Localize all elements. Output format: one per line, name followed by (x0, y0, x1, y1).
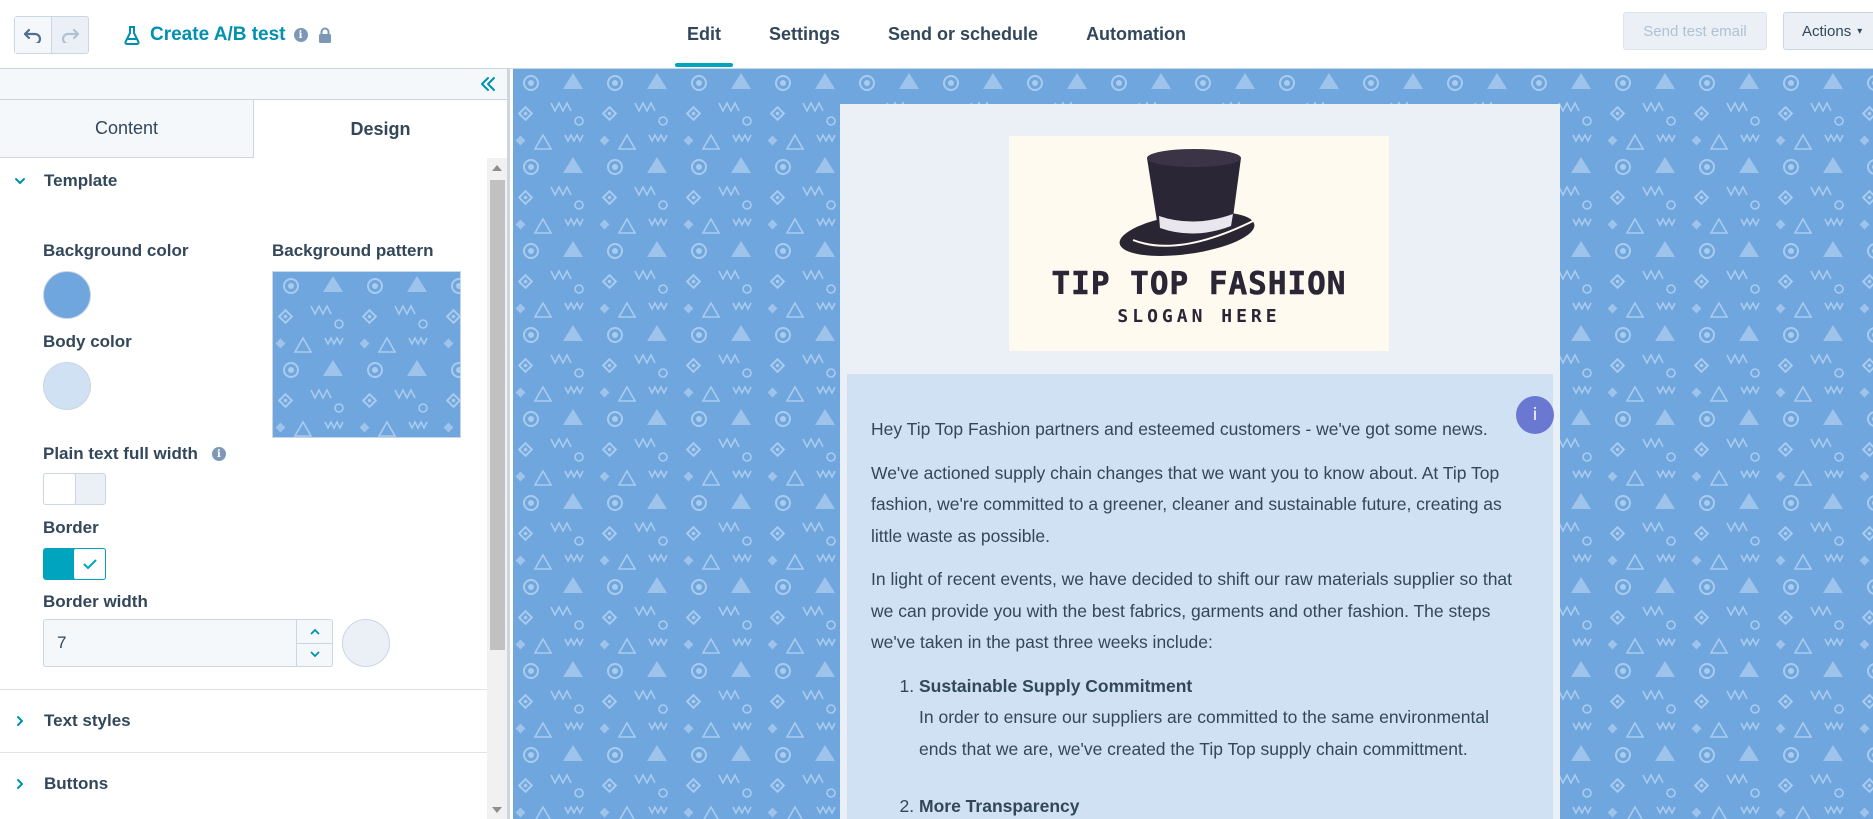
sidebar-scrollbar[interactable] (487, 158, 507, 819)
email-paragraph: In light of recent events, we have decid… (871, 569, 1513, 652)
body-color-swatch[interactable] (43, 362, 91, 410)
email-body: TIP TOP FASHION SLOGAN HERE Hey Tip Top … (840, 104, 1560, 819)
border-label: Border (43, 518, 99, 537)
list-item-body: In order to ensure our suppliers are com… (919, 707, 1490, 759)
border-color-swatch[interactable] (342, 619, 390, 667)
template-section-title: Template (44, 171, 118, 190)
list-item-title: More Transparency (919, 796, 1080, 816)
plain-text-full-width-label-row: Plain text full width i (43, 444, 226, 464)
email-paragraph: Hey Tip Top Fashion partners and esteeme… (871, 419, 1488, 439)
border-width-value: 7 (57, 633, 67, 652)
buttons-section-header[interactable]: Buttons (0, 753, 487, 815)
undo-icon (23, 28, 41, 43)
list-item: More Transparency (919, 791, 1531, 819)
flask-icon (124, 25, 140, 45)
chevron-right-icon (12, 715, 28, 727)
tab-content[interactable]: Content (0, 100, 254, 158)
ab-test-title-group: Create A/B test i (124, 22, 332, 48)
stepper-up-button[interactable] (297, 620, 332, 644)
logo-image[interactable]: TIP TOP FASHION SLOGAN HERE (1009, 136, 1389, 351)
checkmark-icon (83, 559, 96, 569)
stepper-down-button[interactable] (297, 644, 332, 667)
list-item: Sustainable Supply Commitment In order t… (919, 671, 1531, 766)
email-paragraph: We've actioned supply chain changes that… (871, 462, 1502, 546)
border-width-input[interactable]: 7 (43, 619, 333, 667)
background-color-label: Background color (43, 241, 189, 260)
border-width-stepper (296, 620, 332, 666)
text-styles-title: Text styles (44, 711, 131, 730)
border-width-label: Border width (43, 592, 148, 611)
background-pattern-label: Background pattern (272, 241, 434, 260)
send-test-email-button[interactable]: Send test email (1623, 12, 1767, 50)
email-text: Hey Tip Top Fashion partners and esteeme… (871, 414, 1531, 819)
actions-dropdown-button[interactable]: Actions ▾ (1783, 12, 1873, 50)
plain-text-full-width-label: Plain text full width (43, 444, 198, 463)
logo-slogan: SLOGAN HERE (1117, 306, 1280, 327)
scroll-down-arrow-icon[interactable] (492, 807, 502, 813)
plain-text-full-width-toggle[interactable] (43, 473, 106, 505)
double-chevron-left-icon[interactable] (479, 75, 497, 93)
chevron-right-icon (12, 778, 28, 790)
sidebar-tabs: Content Design (0, 100, 507, 158)
email-steps-list: Sustainable Supply Commitment In order t… (871, 671, 1531, 819)
tab-edit[interactable]: Edit (675, 0, 733, 69)
actions-label: Actions (1802, 22, 1852, 40)
caret-down-icon: ▾ (1857, 25, 1863, 37)
buttons-title: Buttons (44, 774, 109, 793)
chevron-down-icon (12, 177, 28, 185)
design-sidebar: Content Design Template Background color… (0, 69, 510, 819)
logo-title: TIP TOP FASHION (1052, 266, 1347, 302)
redo-icon (61, 28, 79, 43)
template-section-header[interactable]: Template (0, 158, 487, 204)
editor-tabs: Edit Settings Send or schedule Automatio… (675, 0, 1222, 69)
email-preview-canvas: TIP TOP FASHION SLOGAN HERE Hey Tip Top … (513, 69, 1873, 819)
undo-redo-group (14, 16, 89, 54)
info-icon[interactable]: i (293, 28, 308, 42)
border-toggle[interactable] (43, 548, 106, 580)
create-ab-test-link[interactable]: Create A/B test (150, 24, 286, 46)
scroll-up-arrow-icon[interactable] (492, 165, 502, 171)
chevron-down-icon (310, 651, 319, 658)
background-pattern-preview[interactable] (272, 271, 461, 438)
background-color-swatch[interactable] (43, 271, 91, 319)
sidebar-scroll-area: Template Background color Background pat… (0, 158, 487, 819)
body-color-label: Body color (43, 332, 132, 351)
toggle-knob (43, 473, 76, 505)
info-icon[interactable]: i (211, 447, 226, 461)
tab-settings[interactable]: Settings (757, 0, 852, 69)
undo-button[interactable] (15, 17, 52, 53)
tab-automation[interactable]: Automation (1074, 0, 1198, 69)
toggle-knob (73, 548, 106, 580)
text-styles-section-header[interactable]: Text styles (0, 690, 487, 752)
info-bubble-icon[interactable]: i (1516, 396, 1554, 434)
sidebar-collapse-bar (0, 69, 507, 100)
scrollbar-thumb[interactable] (490, 180, 505, 650)
top-bar: Create A/B test i Edit Settings Send or … (0, 0, 1873, 69)
redo-button[interactable] (52, 17, 89, 53)
chevron-up-icon (310, 628, 319, 635)
list-item-title: Sustainable Supply Commitment (919, 675, 1193, 696)
tab-send-or-schedule[interactable]: Send or schedule (876, 0, 1050, 69)
tab-design[interactable]: Design (254, 100, 507, 158)
email-content-block[interactable]: Hey Tip Top Fashion partners and esteeme… (847, 374, 1553, 819)
lock-icon[interactable] (318, 27, 332, 44)
